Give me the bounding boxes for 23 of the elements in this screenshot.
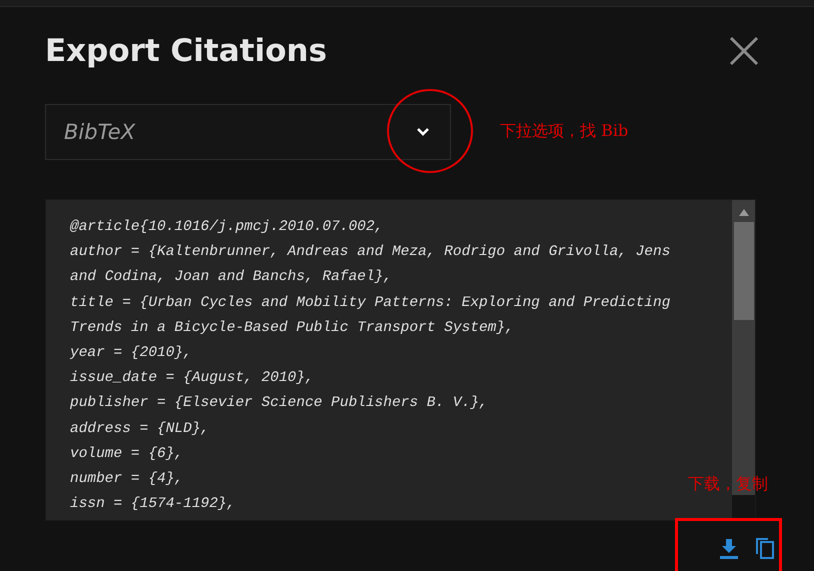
citation-line: publisher = {Elsevier Science Publishers B. V.}, (70, 394, 488, 414)
citation-line: address = {NLD}, (70, 420, 210, 439)
citation-line: title = {Urban Cycles and Mobility Patterns: Exploring and Predicting (70, 294, 670, 313)
citation-line: Trends in a Bicycle-Based Public Transport System}, (70, 318, 514, 338)
citation-line: issue_date = {August, 2010}, (70, 369, 314, 388)
citation-line: author = {Kaltenbrunner, Andreas and Meza, Rodrigo and Grivolla, Jens (70, 243, 670, 262)
citation-line: and Codina, Joan and Banchs, Rafael}, (70, 268, 392, 288)
resize-grip[interactable] (732, 495, 755, 520)
download-button[interactable] (718, 537, 740, 559)
format-select[interactable]: BibTeX (45, 104, 451, 160)
close-button[interactable] (728, 35, 760, 67)
citation-line: @article{10.1016/j.pmcj.2010.07.002, (70, 218, 384, 237)
citation-line: volume = {6}, (70, 444, 184, 464)
citation-line: year = {2010}, (70, 344, 192, 364)
citation-line: issn = {1574-1192}, (70, 495, 236, 514)
citation-line: number = {4}, (70, 470, 184, 490)
dialog-title: Export Citations (45, 33, 327, 69)
annotation-note: 下载，复制 (688, 474, 768, 495)
annotation-note: 下拉选项，找 Bib (500, 121, 628, 142)
chevron-down-icon (416, 127, 430, 137)
copy-button[interactable] (754, 537, 776, 559)
scroll-thumb[interactable] (734, 222, 754, 320)
scroll-up-arrow-icon[interactable] (738, 209, 748, 216)
